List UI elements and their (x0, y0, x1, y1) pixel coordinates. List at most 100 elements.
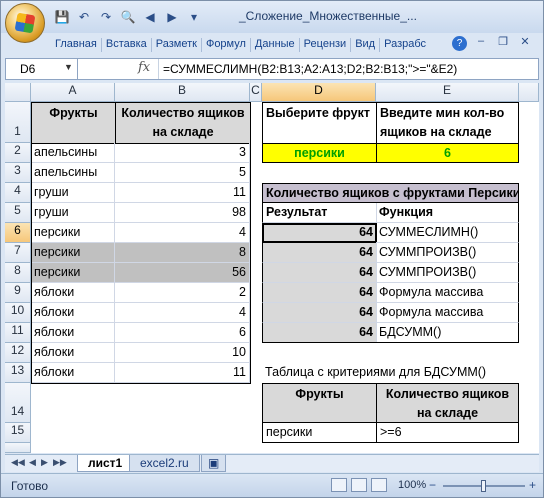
worksheet-grid[interactable]: A B C D E 1 2 3 4 5 6 7 8 9 10 11 12 13 … (5, 83, 539, 453)
tab-home[interactable]: Главная (51, 35, 101, 53)
results-header-function[interactable]: Функция (376, 203, 519, 223)
fx-icon[interactable]: fx (138, 60, 150, 75)
save-icon[interactable]: 💾 (53, 8, 71, 26)
tab-view[interactable]: Вид (351, 35, 379, 53)
result-function-e7[interactable]: СУММПРОИЗВ() (376, 243, 519, 263)
result-value-d6[interactable]: 64 (262, 223, 377, 243)
cell-a2[interactable]: апельсины (31, 143, 115, 163)
cell-b8[interactable]: 56 (115, 263, 250, 283)
result-function-e11[interactable]: БДСУММ() (376, 323, 519, 343)
cell-b6[interactable]: 4 (115, 223, 250, 243)
cell-a11[interactable]: яблоки (31, 323, 115, 343)
row-header-3[interactable]: 3 (5, 163, 31, 183)
result-value-d10[interactable]: 64 (262, 303, 377, 323)
cell-b9[interactable]: 2 (115, 283, 250, 303)
select-all-corner[interactable] (5, 83, 31, 102)
row-header-13[interactable]: 13 (5, 363, 31, 383)
row-header-9[interactable]: 9 (5, 283, 31, 303)
cell-a3[interactable]: апельсины (31, 163, 115, 183)
sheet-tab-excel2[interactable]: excel2.ru (129, 455, 200, 472)
result-function-e6[interactable]: СУММЕСЛИМН() (376, 223, 519, 243)
row-header-8[interactable]: 8 (5, 263, 31, 283)
insert-sheet-icon[interactable]: ▣ (201, 455, 227, 472)
tab-review[interactable]: Рецензи (300, 35, 351, 53)
page-break-view-icon[interactable] (371, 478, 387, 492)
dsum-header-fruit[interactable]: Фрукты (262, 383, 377, 423)
zoom-slider-thumb[interactable] (481, 480, 486, 492)
row-header-10[interactable]: 10 (5, 303, 31, 323)
result-function-e8[interactable]: СУММПРОИЗВ() (376, 263, 519, 283)
close-icon[interactable]: ✕ (515, 35, 535, 48)
cell-a8[interactable]: персики (31, 263, 115, 283)
dsum-fruit-value[interactable]: персики (262, 422, 377, 443)
criteria-min-input[interactable]: 6 (376, 143, 519, 163)
results-title[interactable]: Количество ящиков с фруктами Персики (262, 183, 519, 203)
cell-b13[interactable]: 11 (115, 363, 250, 383)
col-header-c[interactable]: C (250, 83, 262, 102)
undo-icon[interactable]: ↶ (75, 8, 93, 26)
cell-b4[interactable]: 11 (115, 183, 250, 203)
cell-a6[interactable]: персики (31, 223, 115, 243)
criteria-label-min[interactable]: Введите мин кол-во ящиков на складе (376, 102, 519, 144)
cell-a10[interactable]: яблоки (31, 303, 115, 323)
next-sheet-icon[interactable]: ▶ (41, 457, 48, 468)
office-button[interactable] (5, 3, 45, 43)
normal-view-icon[interactable] (331, 478, 347, 492)
cell-b2[interactable]: 3 (115, 143, 250, 163)
zoom-level[interactable]: 100% (398, 479, 426, 491)
cell-a12[interactable]: яблоки (31, 343, 115, 363)
help-icon[interactable]: ? (452, 36, 467, 51)
cell-b3[interactable]: 5 (115, 163, 250, 183)
chevron-down-icon[interactable]: ▼ (64, 62, 73, 72)
row-header-1[interactable]: 1 (5, 102, 31, 143)
criteria-fruit-input[interactable]: персики (262, 143, 377, 163)
result-value-d11[interactable]: 64 (262, 323, 377, 343)
cell-b11[interactable]: 6 (115, 323, 250, 343)
cell-a5[interactable]: груши (31, 203, 115, 223)
forward-icon[interactable]: ▶ (163, 8, 181, 26)
tab-developer[interactable]: Разрабс (380, 35, 430, 53)
tab-data[interactable]: Данные (251, 35, 299, 53)
main-header-fruit[interactable]: Фрукты (31, 102, 116, 144)
cell-a9[interactable]: яблоки (31, 283, 115, 303)
tab-page-layout[interactable]: Разметк (152, 35, 201, 53)
redo-icon[interactable]: ↷ (97, 8, 115, 26)
dsum-header-qty[interactable]: Количество ящиков на складе (376, 383, 519, 423)
cell-b12[interactable]: 10 (115, 343, 250, 363)
cell-a13[interactable]: яблоки (31, 363, 115, 383)
tab-insert[interactable]: Вставка (102, 35, 151, 53)
name-box[interactable]: D6 ▼ (6, 59, 78, 79)
sheet-tab-list1[interactable]: лист1 (77, 455, 134, 472)
row-header-14[interactable]: 14 (5, 383, 31, 423)
row-header-16[interactable] (5, 443, 31, 453)
result-function-e10[interactable]: Формула массива (376, 303, 519, 323)
result-function-e9[interactable]: Формула массива (376, 283, 519, 303)
result-value-d8[interactable]: 64 (262, 263, 377, 283)
col-header-b[interactable]: B (115, 83, 250, 102)
results-header-result[interactable]: Результат (262, 203, 377, 223)
dsum-caption[interactable]: Таблица с критериями для БДСУММ() (262, 363, 519, 383)
main-header-qty[interactable]: Количество ящиков на складе (115, 102, 251, 144)
last-sheet-icon[interactable]: ▶▶ (53, 457, 67, 468)
result-value-d7[interactable]: 64 (262, 243, 377, 263)
col-header-f[interactable] (519, 83, 539, 102)
zoom-in-icon[interactable]: + (529, 478, 536, 492)
col-header-d[interactable]: D (262, 83, 376, 102)
tab-formulas[interactable]: Формул (202, 35, 250, 53)
col-header-e[interactable]: E (376, 83, 519, 102)
col-header-a[interactable]: A (31, 83, 115, 102)
zoom-out-icon[interactable]: − (429, 478, 436, 492)
row-header-15[interactable]: 15 (5, 423, 31, 443)
restore-icon[interactable]: ❐ (493, 35, 513, 48)
customize-qat-icon[interactable]: ▾ (185, 8, 203, 26)
row-header-7[interactable]: 7 (5, 243, 31, 263)
cell-b5[interactable]: 98 (115, 203, 250, 223)
result-value-d9[interactable]: 64 (262, 283, 377, 303)
criteria-label-fruit[interactable]: Выберите фрукт (262, 102, 377, 144)
row-header-12[interactable]: 12 (5, 343, 31, 363)
cell-b10[interactable]: 4 (115, 303, 250, 323)
cell-b7[interactable]: 8 (115, 243, 250, 263)
first-sheet-icon[interactable]: ◀◀ (11, 457, 25, 468)
row-header-11[interactable]: 11 (5, 323, 31, 343)
row-header-6[interactable]: 6 (5, 223, 31, 243)
